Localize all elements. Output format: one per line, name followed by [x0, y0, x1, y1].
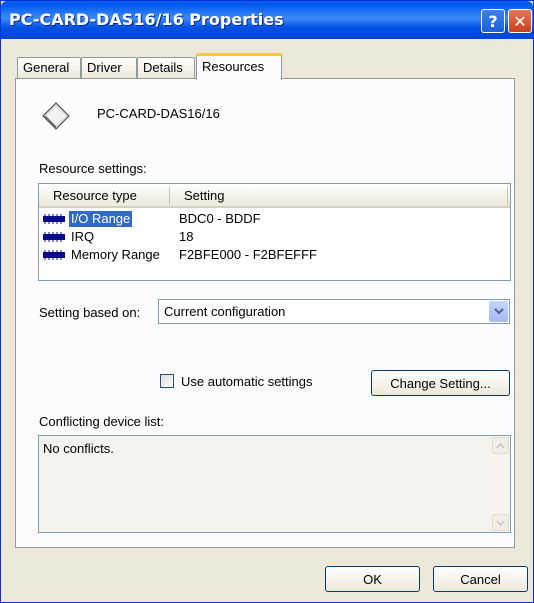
- tab-details[interactable]: Details: [137, 57, 195, 79]
- tab-label: General: [23, 60, 70, 75]
- resource-type-cell: Memory Range: [71, 247, 160, 262]
- setting-based-on-label: Setting based on:: [39, 305, 141, 320]
- tab-label: Driver: [87, 60, 122, 75]
- setting-cell: BDC0 - BDDF: [179, 211, 261, 226]
- dropdown-button[interactable]: [489, 301, 508, 322]
- conflicting-device-list-label: Conflicting device list:: [39, 414, 164, 429]
- chevron-down-icon: [496, 520, 505, 526]
- scroll-up-arrow[interactable]: [492, 437, 509, 454]
- table-row[interactable]: I/O Range BDC0 - BDDF: [39, 210, 510, 228]
- tab-label: Details: [143, 60, 183, 75]
- change-setting-label: Change Setting...: [390, 375, 491, 391]
- resource-settings-label: Resource settings:: [39, 161, 147, 176]
- use-automatic-settings-checkbox[interactable]: [160, 374, 174, 388]
- help-button[interactable]: ?: [481, 9, 505, 33]
- table-row[interactable]: IRQ 18: [39, 228, 510, 246]
- irq-chip-icon: [43, 232, 65, 242]
- tab-general[interactable]: General: [17, 57, 81, 79]
- conflict-text: No conflicts.: [43, 441, 114, 456]
- dropdown-selected-value: Current configuration: [164, 304, 286, 319]
- help-icon: ?: [488, 11, 498, 31]
- title-bar[interactable]: PC-CARD-DAS16/16 Properties ? ✕: [1, 1, 533, 39]
- list-header: Resource type Setting: [39, 184, 510, 208]
- ok-label: OK: [363, 571, 382, 587]
- setting-cell: F2BFE000 - F2BFEFFF: [179, 247, 317, 262]
- column-divider[interactable]: [507, 187, 508, 205]
- chevron-up-icon: [496, 442, 505, 448]
- ok-button[interactable]: OK: [325, 566, 420, 592]
- pc-card-icon: [42, 102, 70, 130]
- tab-label: Resources: [202, 59, 265, 74]
- cancel-label: Cancel: [460, 571, 501, 587]
- close-button[interactable]: ✕: [508, 9, 532, 33]
- use-automatic-settings-label[interactable]: Use automatic settings: [181, 374, 313, 389]
- column-divider[interactable]: [169, 187, 170, 205]
- change-setting-button[interactable]: Change Setting...: [371, 370, 510, 396]
- tab-driver[interactable]: Driver: [81, 57, 137, 79]
- column-header-resource-type[interactable]: Resource type: [53, 188, 137, 203]
- cancel-button[interactable]: Cancel: [433, 566, 528, 592]
- resource-list[interactable]: Resource type Setting I/O Range BDC0 - B…: [38, 183, 511, 281]
- setting-cell: 18: [179, 229, 194, 244]
- resource-type-cell: IRQ: [71, 229, 95, 244]
- vertical-scrollbar[interactable]: [492, 437, 509, 531]
- memory-chip-icon: [43, 250, 65, 260]
- device-name: PC-CARD-DAS16/16: [97, 106, 220, 121]
- tab-resources[interactable]: Resources: [196, 53, 282, 80]
- window-title: PC-CARD-DAS16/16 Properties: [9, 10, 284, 29]
- column-header-setting[interactable]: Setting: [184, 188, 224, 203]
- chevron-down-icon: [493, 308, 504, 315]
- io-chip-icon: [43, 214, 65, 224]
- conflicting-device-list[interactable]: No conflicts.: [38, 435, 511, 533]
- scroll-down-arrow[interactable]: [492, 514, 509, 531]
- resource-type-cell: I/O Range: [69, 211, 133, 227]
- properties-dialog: PC-CARD-DAS16/16 Properties ? ✕ General …: [0, 0, 534, 603]
- table-row[interactable]: Memory Range F2BFE000 - F2BFEFFF: [39, 246, 510, 264]
- setting-based-on-dropdown[interactable]: Current configuration: [158, 299, 510, 324]
- close-icon: ✕: [513, 11, 527, 31]
